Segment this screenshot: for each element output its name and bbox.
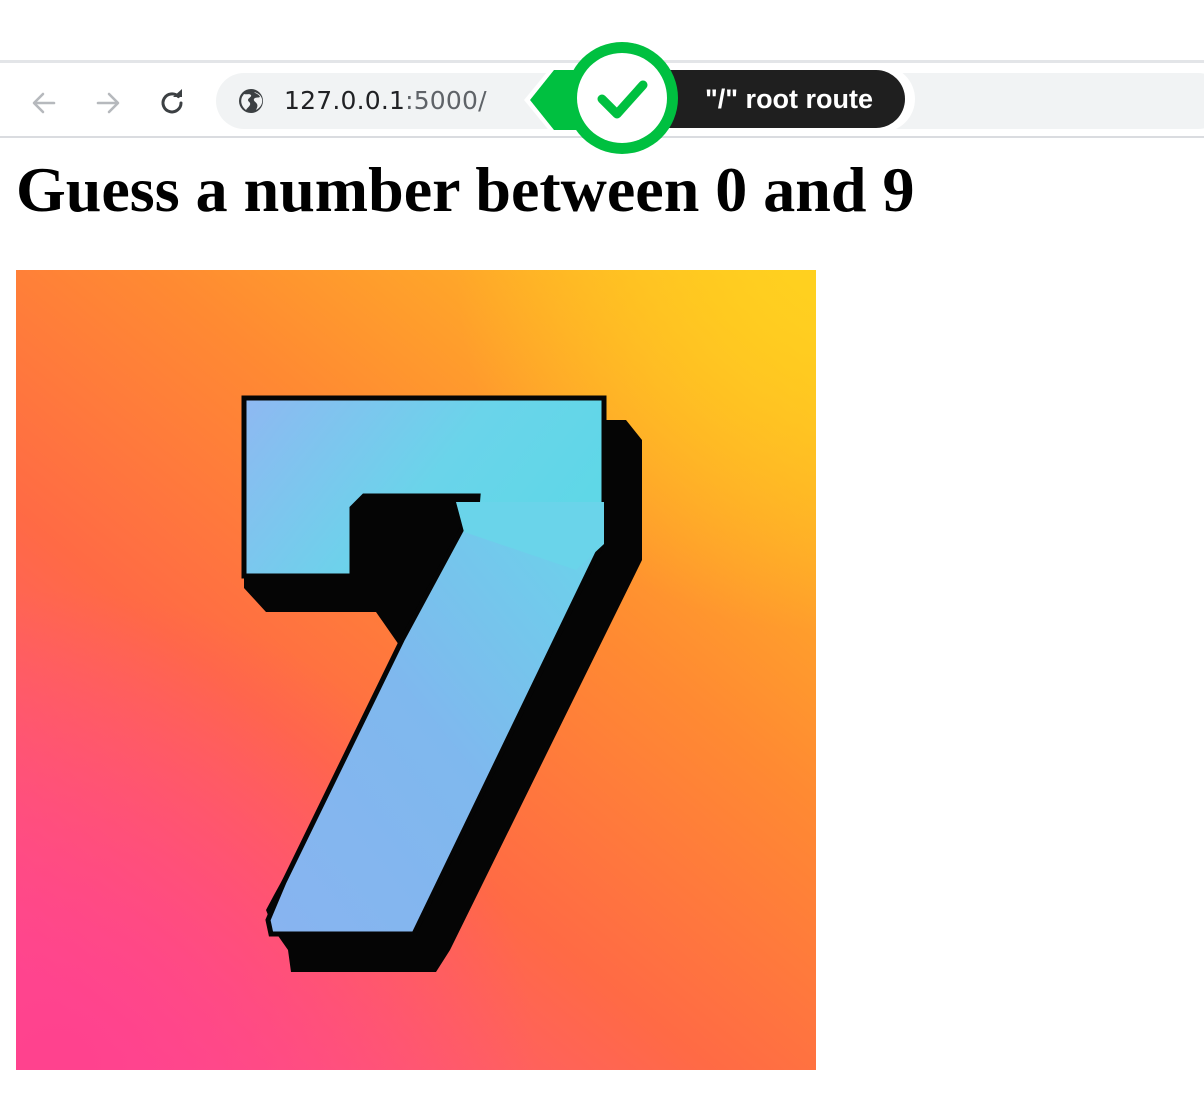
number-seven-image [16, 270, 816, 1070]
page-title: Guess a number between 0 and 9 [16, 154, 915, 225]
url-host: 127.0.0.1 [284, 86, 406, 115]
arrow-left-icon [32, 92, 56, 114]
url-text[interactable]: 127.0.0.1:5000/ [284, 85, 487, 117]
globe-icon[interactable] [238, 88, 264, 114]
arrow-right-icon [96, 92, 120, 114]
reload-icon [161, 89, 183, 114]
annotation-label: "/" root route [704, 83, 874, 114]
route-annotation: "/" root route [522, 42, 922, 154]
url-port-path: :5000/ [405, 86, 487, 115]
reload-button[interactable] [152, 83, 192, 123]
back-button[interactable] [24, 83, 64, 123]
forward-button[interactable] [88, 83, 128, 123]
